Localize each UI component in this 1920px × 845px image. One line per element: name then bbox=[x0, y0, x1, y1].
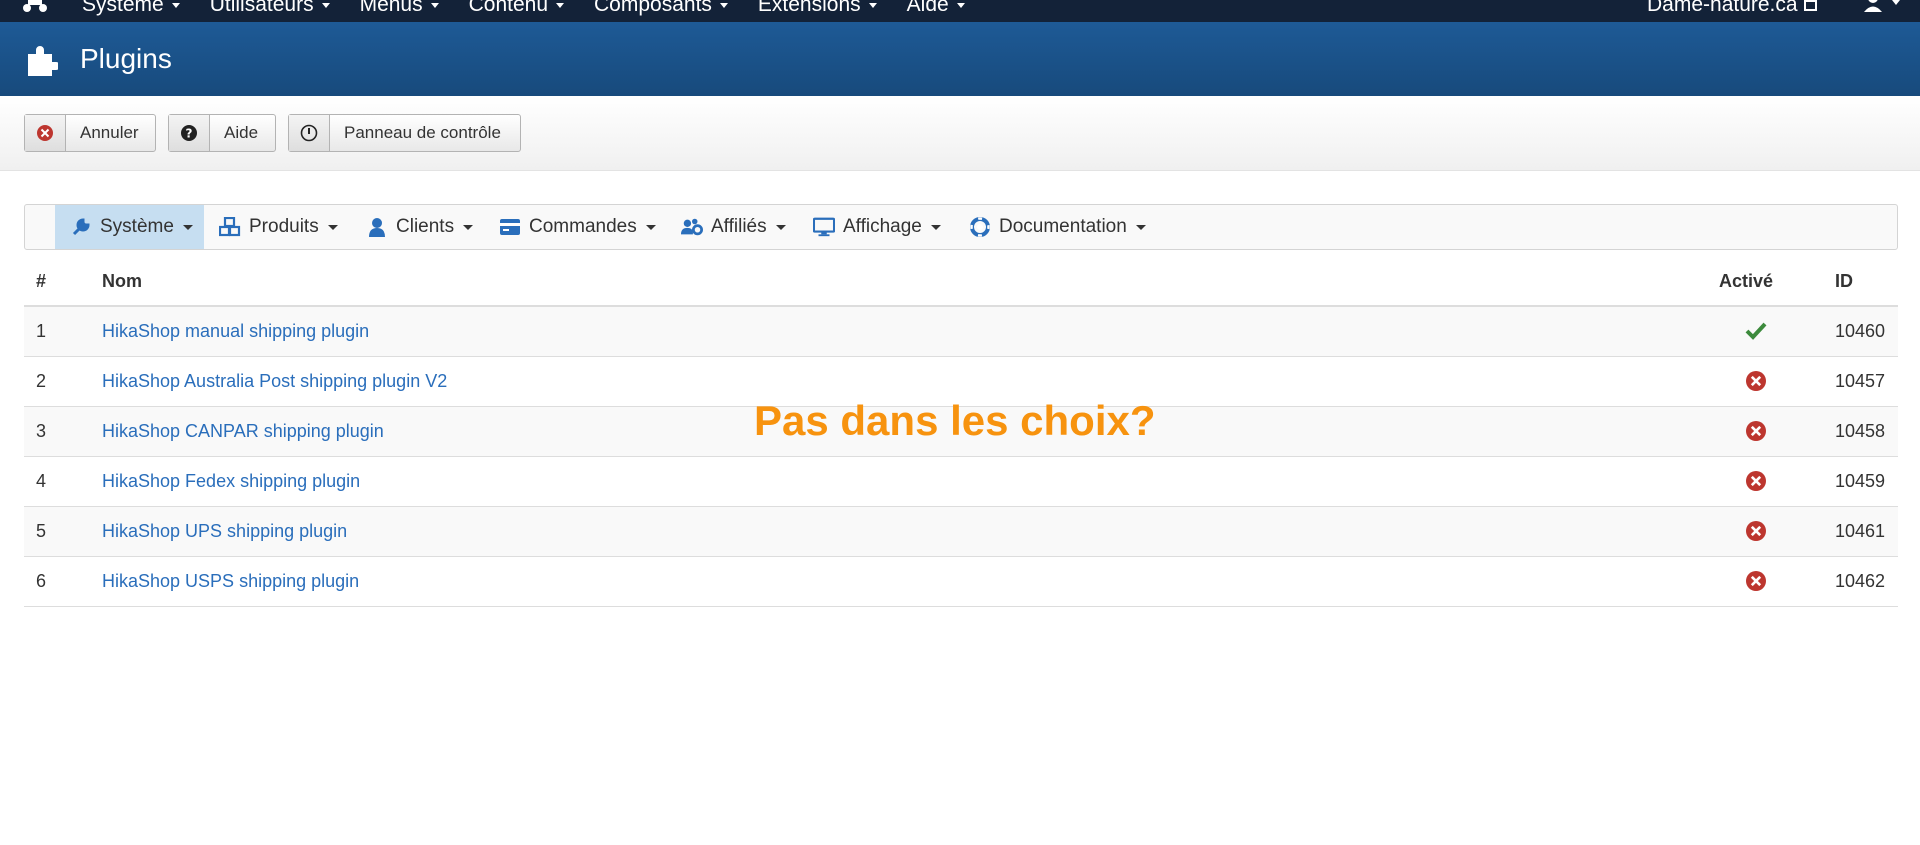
svg-text:?: ? bbox=[186, 127, 193, 141]
plugin-name-link[interactable]: HikaShop Australia Post shipping plugin … bbox=[102, 371, 447, 392]
caret-down-icon bbox=[182, 224, 193, 230]
cancel-button[interactable]: Annuler bbox=[24, 114, 156, 152]
puzzle-icon bbox=[28, 46, 58, 76]
external-link-icon bbox=[1803, 0, 1817, 11]
admin-menu: Système Utilisateurs Menus Contenu Compo… bbox=[82, 0, 995, 17]
column-header-id[interactable]: ID bbox=[1835, 271, 1853, 292]
hikashop-nav: Système Produits Clients Commandes Affil… bbox=[24, 204, 1898, 250]
menu-contenu[interactable]: Contenu bbox=[469, 0, 565, 17]
caret-down-icon bbox=[321, 2, 330, 8]
menu-composants[interactable]: Composants bbox=[594, 0, 728, 17]
nav-affichage[interactable]: Affichage bbox=[813, 205, 941, 249]
menu-systeme[interactable]: Système bbox=[82, 0, 180, 17]
table-row: 6 HikaShop USPS shipping plugin 10462 bbox=[24, 557, 1898, 607]
table-row: 5 HikaShop UPS shipping plugin 10461 bbox=[24, 507, 1898, 557]
row-number: 4 bbox=[36, 471, 47, 491]
caret-down-icon bbox=[719, 2, 728, 8]
user-menu[interactable] bbox=[1862, 0, 1900, 13]
help-button[interactable]: ? Aide bbox=[168, 114, 276, 152]
user-icon bbox=[1864, 0, 1882, 12]
column-header-num[interactable]: # bbox=[36, 271, 46, 292]
status-toggle[interactable] bbox=[1745, 320, 1767, 345]
nav-documentation[interactable]: Documentation bbox=[969, 205, 1146, 249]
caret-down-icon bbox=[1135, 224, 1146, 230]
row-number: 5 bbox=[36, 521, 47, 541]
question-circle-icon: ? bbox=[181, 125, 197, 141]
plugin-name-link[interactable]: HikaShop Fedex shipping plugin bbox=[102, 471, 360, 492]
caret-down-icon bbox=[930, 224, 941, 230]
plugin-name-link[interactable]: HikaShop UPS shipping plugin bbox=[102, 521, 347, 542]
cubes-icon bbox=[219, 217, 241, 237]
status-toggle[interactable] bbox=[1745, 370, 1767, 397]
site-link[interactable]: Dame-nature.ca bbox=[1647, 0, 1817, 17]
menu-aide[interactable]: Aide bbox=[907, 0, 965, 17]
row-number: 6 bbox=[36, 571, 47, 591]
table-row: 1 HikaShop manual shipping plugin 10460 bbox=[24, 307, 1898, 357]
disabled-circle-icon[interactable] bbox=[1745, 520, 1767, 542]
status-toggle[interactable] bbox=[1745, 420, 1767, 447]
status-toggle[interactable] bbox=[1745, 570, 1767, 597]
nav-systeme[interactable]: Système bbox=[55, 205, 204, 249]
menu-extensions[interactable]: Extensions bbox=[758, 0, 877, 17]
status-toggle[interactable] bbox=[1745, 470, 1767, 497]
row-number: 1 bbox=[36, 321, 47, 341]
menu-menus[interactable]: Menus bbox=[360, 0, 439, 17]
nav-clients[interactable]: Clients bbox=[366, 205, 474, 249]
plugin-name-link[interactable]: HikaShop USPS shipping plugin bbox=[102, 571, 359, 592]
admin-menu-bar: Système Utilisateurs Menus Contenu Compo… bbox=[0, 0, 1920, 22]
monitor-icon bbox=[813, 217, 835, 237]
page-title: Plugins bbox=[80, 43, 172, 74]
control-panel-button[interactable]: Panneau de contrôle bbox=[288, 114, 521, 152]
credit-card-icon bbox=[500, 219, 520, 235]
nav-produits[interactable]: Produits bbox=[219, 205, 338, 249]
caret-down-icon bbox=[775, 224, 786, 230]
disabled-circle-icon[interactable] bbox=[1745, 570, 1767, 592]
joomla-logo-icon[interactable] bbox=[22, 0, 48, 13]
plugin-id: 10459 bbox=[1835, 471, 1886, 491]
nav-affilies[interactable]: Affiliés bbox=[681, 205, 786, 249]
menu-utilisateurs[interactable]: Utilisateurs bbox=[210, 0, 330, 17]
caret-down-icon bbox=[430, 2, 439, 8]
plugin-id: 10457 bbox=[1835, 371, 1886, 391]
caret-down-icon bbox=[956, 2, 965, 8]
status-toggle[interactable] bbox=[1745, 520, 1767, 547]
caret-down-icon bbox=[1892, 0, 1900, 5]
column-header-active[interactable]: Activé bbox=[1719, 271, 1773, 292]
toolbar: Annuler ? Aide Panneau de contrôle bbox=[0, 96, 1920, 171]
annotation-text: Pas dans les choix? bbox=[754, 397, 1156, 444]
users-gear-icon bbox=[681, 218, 703, 236]
disabled-circle-icon[interactable] bbox=[1745, 370, 1767, 392]
plugin-id: 10460 bbox=[1835, 321, 1886, 341]
caret-down-icon bbox=[171, 2, 180, 8]
plugin-id: 10461 bbox=[1835, 521, 1886, 541]
column-header-name[interactable]: Nom bbox=[102, 271, 142, 292]
disabled-circle-icon[interactable] bbox=[1745, 470, 1767, 492]
row-number: 3 bbox=[36, 421, 47, 441]
plugin-id: 10458 bbox=[1835, 421, 1886, 441]
disabled-circle-icon[interactable] bbox=[1745, 420, 1767, 442]
plugin-name-link[interactable]: HikaShop CANPAR shipping plugin bbox=[102, 421, 384, 442]
check-icon[interactable] bbox=[1745, 320, 1767, 340]
caret-down-icon bbox=[327, 224, 338, 230]
table-header: # Nom Activé ID bbox=[24, 257, 1898, 307]
nav-commandes[interactable]: Commandes bbox=[499, 205, 656, 249]
wrench-icon bbox=[72, 218, 90, 236]
info-circle-icon bbox=[300, 124, 318, 142]
user-icon bbox=[369, 218, 385, 237]
caret-down-icon bbox=[868, 2, 877, 8]
caret-down-icon bbox=[463, 224, 474, 230]
row-number: 2 bbox=[36, 371, 47, 391]
cancel-circle-icon bbox=[37, 125, 53, 141]
table-row: 4 HikaShop Fedex shipping plugin 10459 bbox=[24, 457, 1898, 507]
life-ring-icon bbox=[970, 217, 990, 237]
plugin-id: 10462 bbox=[1835, 571, 1886, 591]
page-header: Plugins bbox=[0, 22, 1920, 96]
plugin-name-link[interactable]: HikaShop manual shipping plugin bbox=[102, 321, 369, 342]
caret-down-icon bbox=[556, 2, 565, 8]
caret-down-icon bbox=[645, 224, 656, 230]
